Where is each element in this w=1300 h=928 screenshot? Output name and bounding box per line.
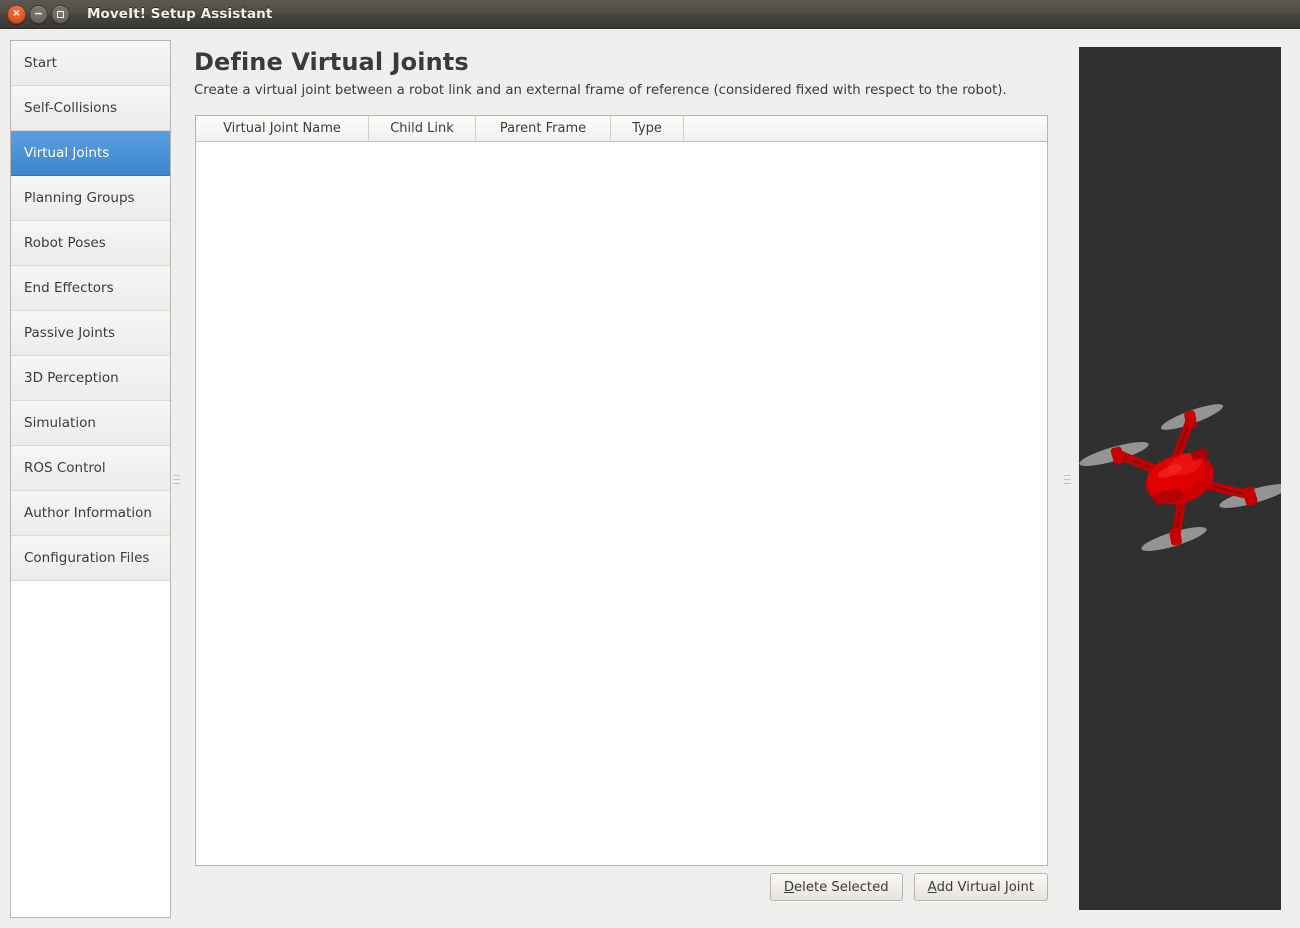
sidebar-item-simulation[interactable]: Simulation — [11, 401, 170, 446]
robot-3d-viewport[interactable] — [1079, 47, 1281, 910]
delete-selected-button[interactable]: Delete Selected — [769, 873, 903, 901]
sidebar-item-self-collisions[interactable]: Self-Collisions — [11, 86, 170, 131]
delete-accel-key: D — [783, 879, 795, 895]
column-header-spacer — [684, 116, 1047, 141]
sidebar-item-start[interactable]: Start — [11, 41, 170, 86]
sidebar-splitter-handle[interactable] — [171, 40, 181, 918]
sidebar-item-label: ROS Control — [24, 460, 106, 476]
quadcopter-drone-model — [1079, 404, 1281, 551]
virtual-joints-table[interactable]: Virtual Joint Name Child Link Parent Fra… — [195, 115, 1048, 866]
maximize-icon — [57, 10, 64, 18]
sidebar-item-passive-joints[interactable]: Passive Joints — [11, 311, 170, 356]
column-header-virtual-joint-name[interactable]: Virtual Joint Name — [196, 116, 369, 141]
sidebar-item-label: 3D Perception — [24, 370, 119, 386]
column-header-type[interactable]: Type — [611, 116, 684, 141]
sidebar-item-planning-groups[interactable]: Planning Groups — [11, 176, 170, 221]
main-content: Define Virtual Joints Create a virtual j… — [186, 40, 1058, 918]
add-button-label: dd Virtual Joint — [936, 879, 1034, 895]
minimize-icon: − — [33, 6, 44, 20]
sidebar-nav-list: Start Self-Collisions Virtual Joints Planni… — [11, 41, 170, 581]
window-title: MoveIt! Setup Assistant — [87, 6, 273, 22]
column-header-parent-frame[interactable]: Parent Frame — [476, 116, 611, 141]
close-icon: × — [12, 8, 21, 19]
sidebar-item-label: Passive Joints — [24, 325, 116, 341]
sidebar-item-label: End Effectors — [24, 280, 114, 296]
sidebar-item-label: Start — [24, 55, 57, 71]
sidebar-item-label: Simulation — [24, 415, 96, 431]
maximize-window-button[interactable] — [51, 4, 70, 24]
action-button-row: Delete Selected Add Virtual Joint — [195, 873, 1048, 901]
add-accel-key: A — [927, 879, 937, 895]
splitter-grip-icon — [1063, 474, 1071, 484]
page-title: Define Virtual Joints — [194, 48, 469, 76]
sidebar-item-label: Planning Groups — [24, 190, 135, 206]
sidebar-empty-area — [11, 581, 170, 917]
sidebar-item-label: Configuration Files — [24, 550, 150, 566]
splitter-grip-icon — [172, 474, 180, 484]
sidebar-item-virtual-joints[interactable]: Virtual Joints — [11, 131, 170, 176]
table-body[interactable] — [196, 142, 1047, 865]
sidebar-item-ros-control[interactable]: ROS Control — [11, 446, 170, 491]
sidebar-item-label: Author Information — [24, 505, 152, 521]
sidebar-item-configuration-files[interactable]: Configuration Files — [11, 536, 170, 581]
sidebar-nav[interactable]: Start Self-Collisions Virtual Joints Planni… — [10, 40, 171, 918]
title-bar: × − MoveIt! Setup Assistant — [0, 0, 1300, 29]
sidebar-item-label: Robot Poses — [24, 235, 106, 251]
sidebar-item-label: Self-Collisions — [24, 100, 118, 116]
add-virtual-joint-button[interactable]: Add Virtual Joint — [913, 873, 1048, 901]
app-window: × − MoveIt! Setup Assistant Start Self-Co… — [0, 0, 1300, 928]
table-header-row: Virtual Joint Name Child Link Parent Fra… — [196, 116, 1047, 142]
window-controls: × − — [7, 4, 70, 24]
sidebar-item-author-information[interactable]: Author Information — [11, 491, 170, 536]
sidebar-item-robot-poses[interactable]: Robot Poses — [11, 221, 170, 266]
close-window-button[interactable]: × — [7, 4, 26, 24]
sidebar-item-3d-perception[interactable]: 3D Perception — [11, 356, 170, 401]
delete-button-label: elete Selected — [794, 879, 889, 895]
view3d-splitter-handle[interactable] — [1062, 40, 1072, 918]
sidebar-item-label: Virtual Joints — [24, 145, 110, 161]
minimize-window-button[interactable]: − — [29, 4, 48, 24]
page-description: Create a virtual joint between a robot l… — [194, 83, 1007, 98]
column-header-child-link[interactable]: Child Link — [369, 116, 476, 141]
sidebar-item-end-effectors[interactable]: End Effectors — [11, 266, 170, 311]
